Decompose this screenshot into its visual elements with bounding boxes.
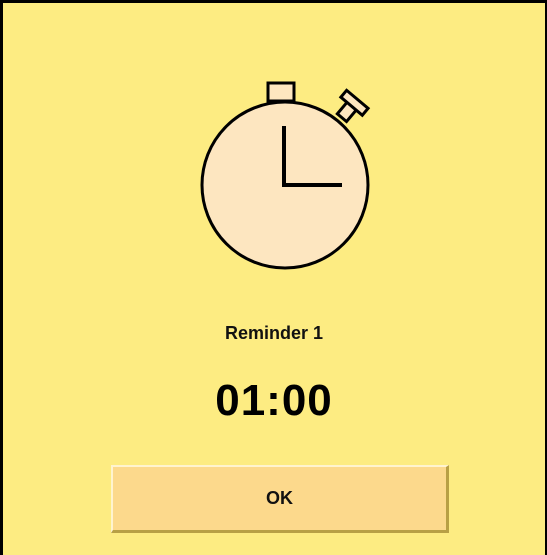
reminder-dialog: Reminder 1 01:00 OK [0, 0, 547, 555]
timer-display: 01:00 [215, 376, 333, 425]
ok-button-label: OK [266, 488, 293, 508]
stopwatch-icon [190, 75, 380, 270]
reminder-title: Reminder 1 [224, 323, 324, 343]
ok-button[interactable]: OK [111, 465, 449, 533]
